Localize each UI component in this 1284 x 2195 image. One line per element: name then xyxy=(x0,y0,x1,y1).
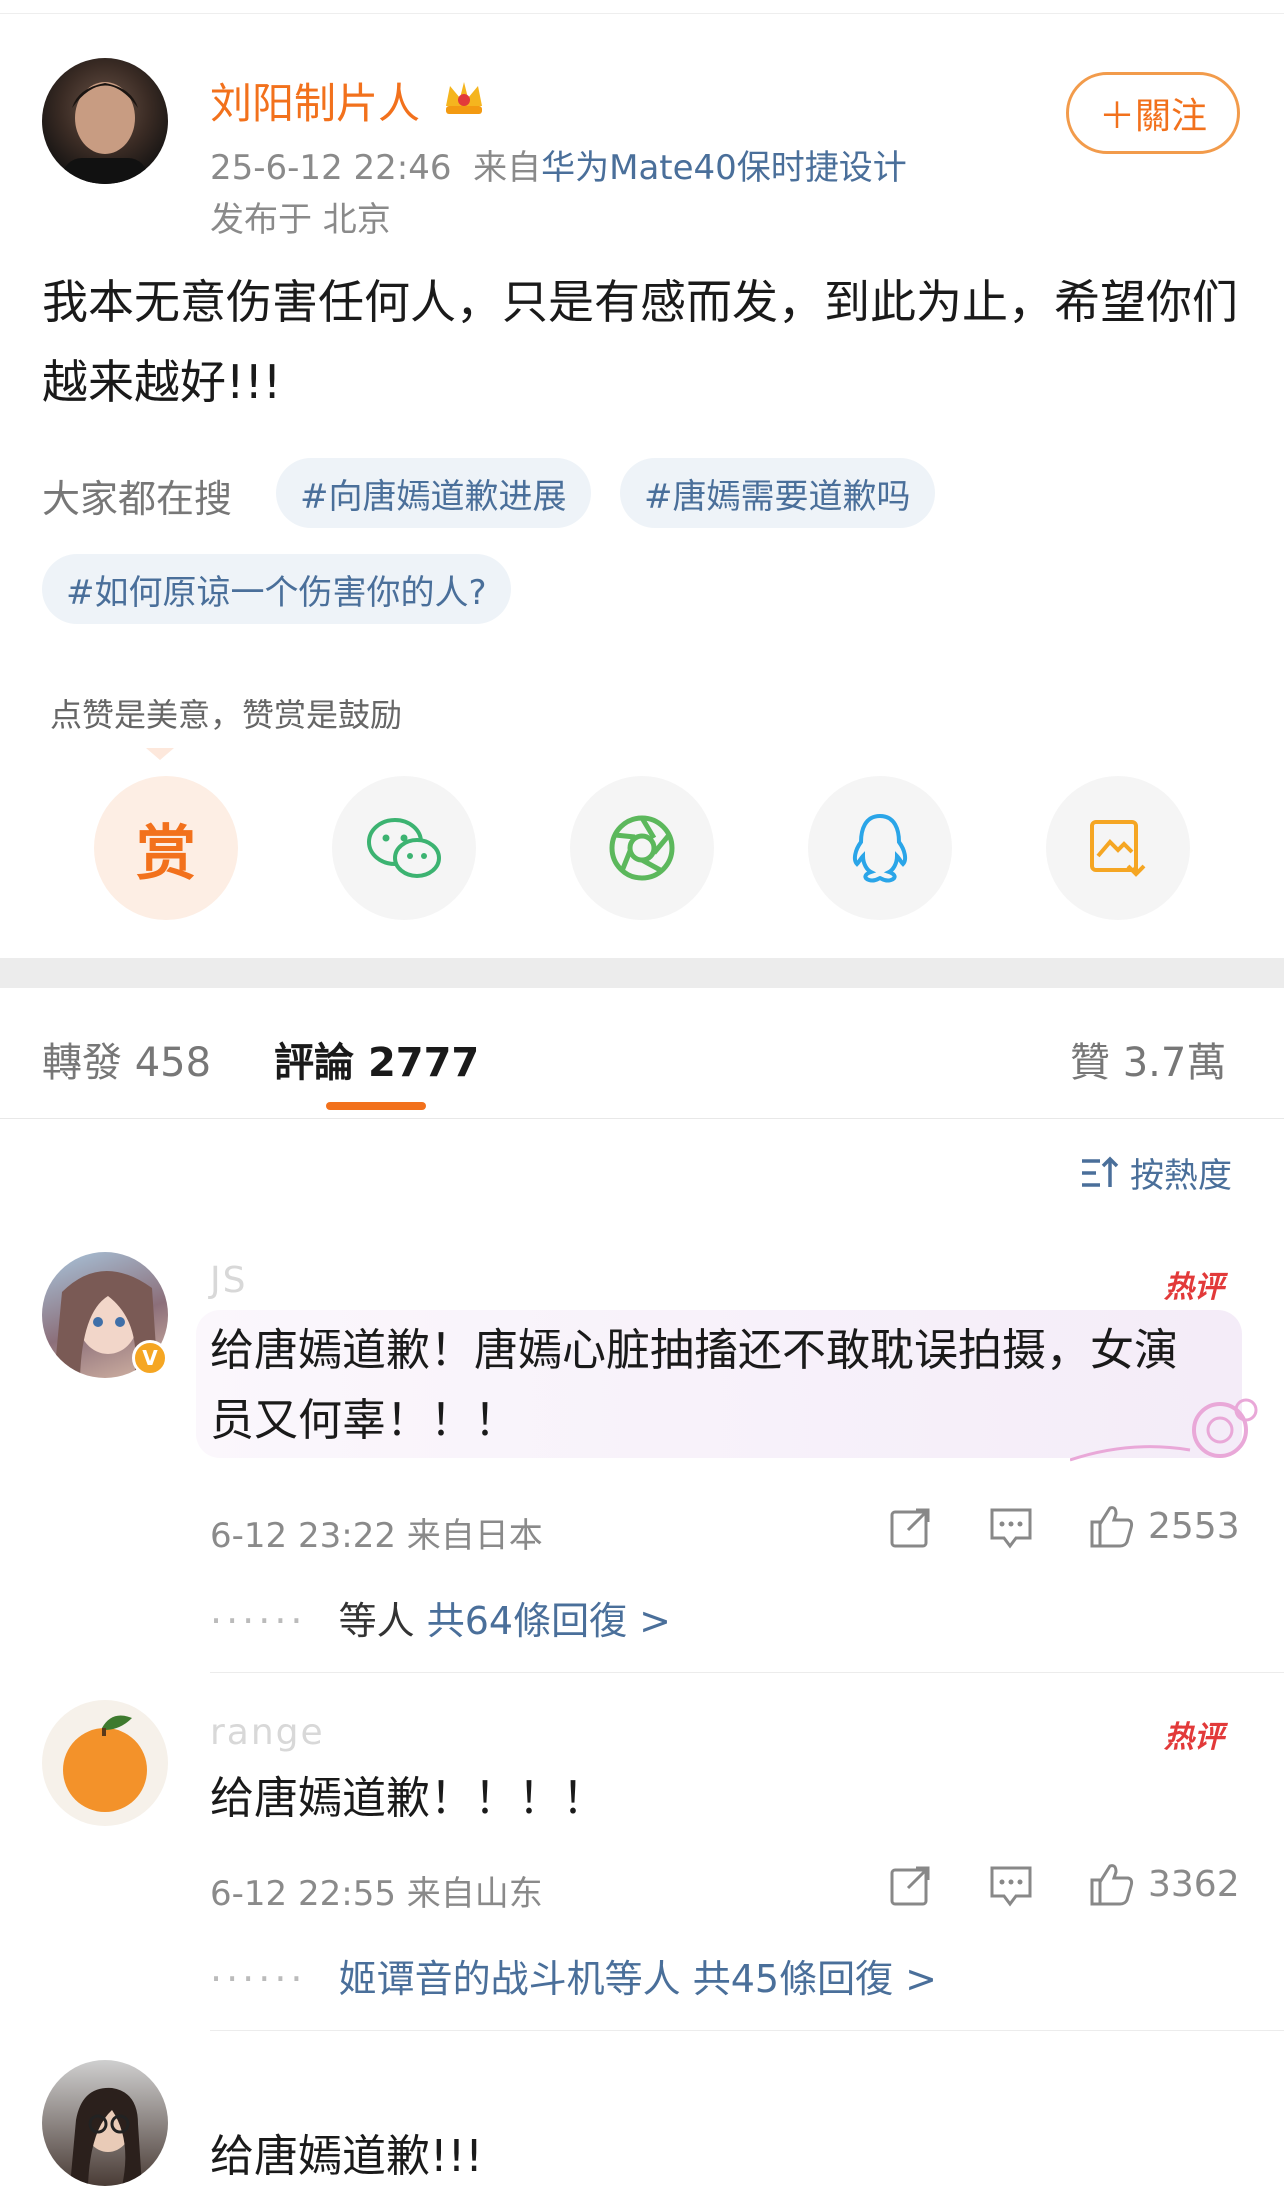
hot-comment-badge: 热评 xyxy=(1164,1720,1224,1755)
comment-meta: 6-12 22:55 来自山东 xyxy=(210,1874,543,1914)
reward-button[interactable]: 赏 xyxy=(94,776,238,920)
reply-comment-button[interactable] xyxy=(988,1506,1034,1550)
author-name[interactable]: 刘阳制片人 xyxy=(210,70,420,131)
caption-pointer xyxy=(146,748,174,760)
share-wechat-button[interactable] xyxy=(332,776,476,920)
tab-comments-count: 2777 xyxy=(367,1040,480,1086)
sort-icon xyxy=(1082,1156,1119,1187)
reply-users: 姬谭音的战斗机等人 xyxy=(338,1957,681,2001)
author-avatar[interactable] xyxy=(42,58,168,184)
section-separator xyxy=(0,958,1284,988)
thumbs-up-icon xyxy=(1090,1864,1134,1906)
hot-search-tag[interactable]: #如何原谅一个伤害你的人? xyxy=(42,554,511,624)
repost-comment-button[interactable] xyxy=(888,1506,932,1550)
reward-caption: 点赞是美意，赞赏是鼓励 xyxy=(50,696,403,734)
like-comment-button[interactable]: 2553 xyxy=(1088,1502,1240,1550)
share-qq-button[interactable] xyxy=(808,776,952,920)
thumbs-up-icon xyxy=(1090,1506,1134,1548)
comment-divider xyxy=(210,2030,1284,2031)
hot-search-tag[interactable]: #向唐嫣道歉进展 xyxy=(276,458,591,528)
share-moments-button[interactable] xyxy=(570,776,714,920)
reply-dots: ······ xyxy=(210,1599,339,1643)
wechat-icon xyxy=(367,818,441,878)
verified-badge-icon: V xyxy=(132,1340,168,1376)
reply-summary[interactable]: ······ 姬谭音的战斗机等人 共45條回復 > xyxy=(210,1948,937,2003)
save-image-icon xyxy=(1090,820,1146,877)
top-divider xyxy=(0,0,1284,14)
reply-comment-button[interactable] xyxy=(988,1864,1034,1908)
comment-text: 给唐嫣道歉！唐嫣心脏抽搐还不敢耽误拍摄，女演员又何辜！！！ xyxy=(210,1325,1178,1446)
commenter-name[interactable]: range xyxy=(210,1712,325,1753)
hot-search-tag[interactable]: #唐嫣需要道歉吗 xyxy=(620,458,935,528)
sort-button[interactable]: 按熱度 xyxy=(1080,1148,1232,1197)
weibo-post-page: 刘阳制片人 25-6-12 22:46 来自华为Mate40保时捷设计 发布于 … xyxy=(0,0,1284,2195)
tab-comments[interactable]: 評論 2777 xyxy=(274,1030,479,1088)
save-image-button[interactable] xyxy=(1046,776,1190,920)
like-count: 2553 xyxy=(1148,1505,1240,1547)
like-comment-button[interactable]: 3362 xyxy=(1088,1860,1240,1908)
reply-users: 等人 xyxy=(338,1599,415,1643)
active-tab-indicator xyxy=(326,1102,426,1110)
commenter-avatar[interactable] xyxy=(42,2060,168,2186)
post-location: 发布于 北京 xyxy=(210,200,391,240)
reply-summary[interactable]: ······ 等人 共64條回復 > xyxy=(210,1590,671,1645)
reward-icon: 赏 xyxy=(136,818,196,889)
comment-text: 给唐嫣道歉!!! xyxy=(210,2131,483,2182)
qq-icon xyxy=(852,813,908,883)
post-time: 25-6-12 22:46 xyxy=(210,148,452,188)
source-prefix: 来自 xyxy=(473,148,542,188)
tab-likes[interactable]: 贊 3.7萬 xyxy=(1070,1030,1226,1088)
post-text: 我本无意伤害任何人，只是有感而发，到此为止，希望你们越来越好!!! xyxy=(42,275,1238,409)
tabs-divider xyxy=(0,1118,1284,1119)
reply-count: 共45條回復 > xyxy=(692,1957,938,2001)
hot-comment-badge: 热评 xyxy=(1164,1270,1224,1305)
moments-icon xyxy=(609,815,675,881)
share-icon xyxy=(890,1866,930,1906)
post-meta: 25-6-12 22:46 来自华为Mate40保时捷设计 xyxy=(210,140,907,189)
commenter-name[interactable]: JS xyxy=(210,1260,247,1301)
follow-button[interactable]: ＋關注 xyxy=(1066,72,1240,154)
sort-label: 按熱度 xyxy=(1130,1156,1232,1196)
comment-divider xyxy=(210,1672,1284,1673)
comment-meta: 6-12 23:22 来自日本 xyxy=(210,1516,543,1556)
share-icon xyxy=(890,1508,930,1548)
crown-icon xyxy=(442,76,486,120)
reply-count: 共64條回復 > xyxy=(426,1599,672,1643)
hot-search-label: 大家都在搜 xyxy=(42,477,233,521)
like-count: 3362 xyxy=(1148,1863,1240,1905)
repost-comment-button[interactable] xyxy=(888,1864,932,1908)
reply-dots: ······ xyxy=(210,1957,339,2001)
tab-comments-label: 評論 xyxy=(274,1040,354,1086)
comment-text: 给唐嫣道歉！！！！ xyxy=(210,1773,606,1824)
comment-icon xyxy=(990,1866,1032,1907)
comment-icon xyxy=(990,1508,1032,1549)
post-source[interactable]: 华为Mate40保时捷设计 xyxy=(541,148,907,188)
tab-repost[interactable]: 轉發 458 xyxy=(42,1030,211,1088)
commenter-avatar[interactable] xyxy=(42,1700,168,1826)
